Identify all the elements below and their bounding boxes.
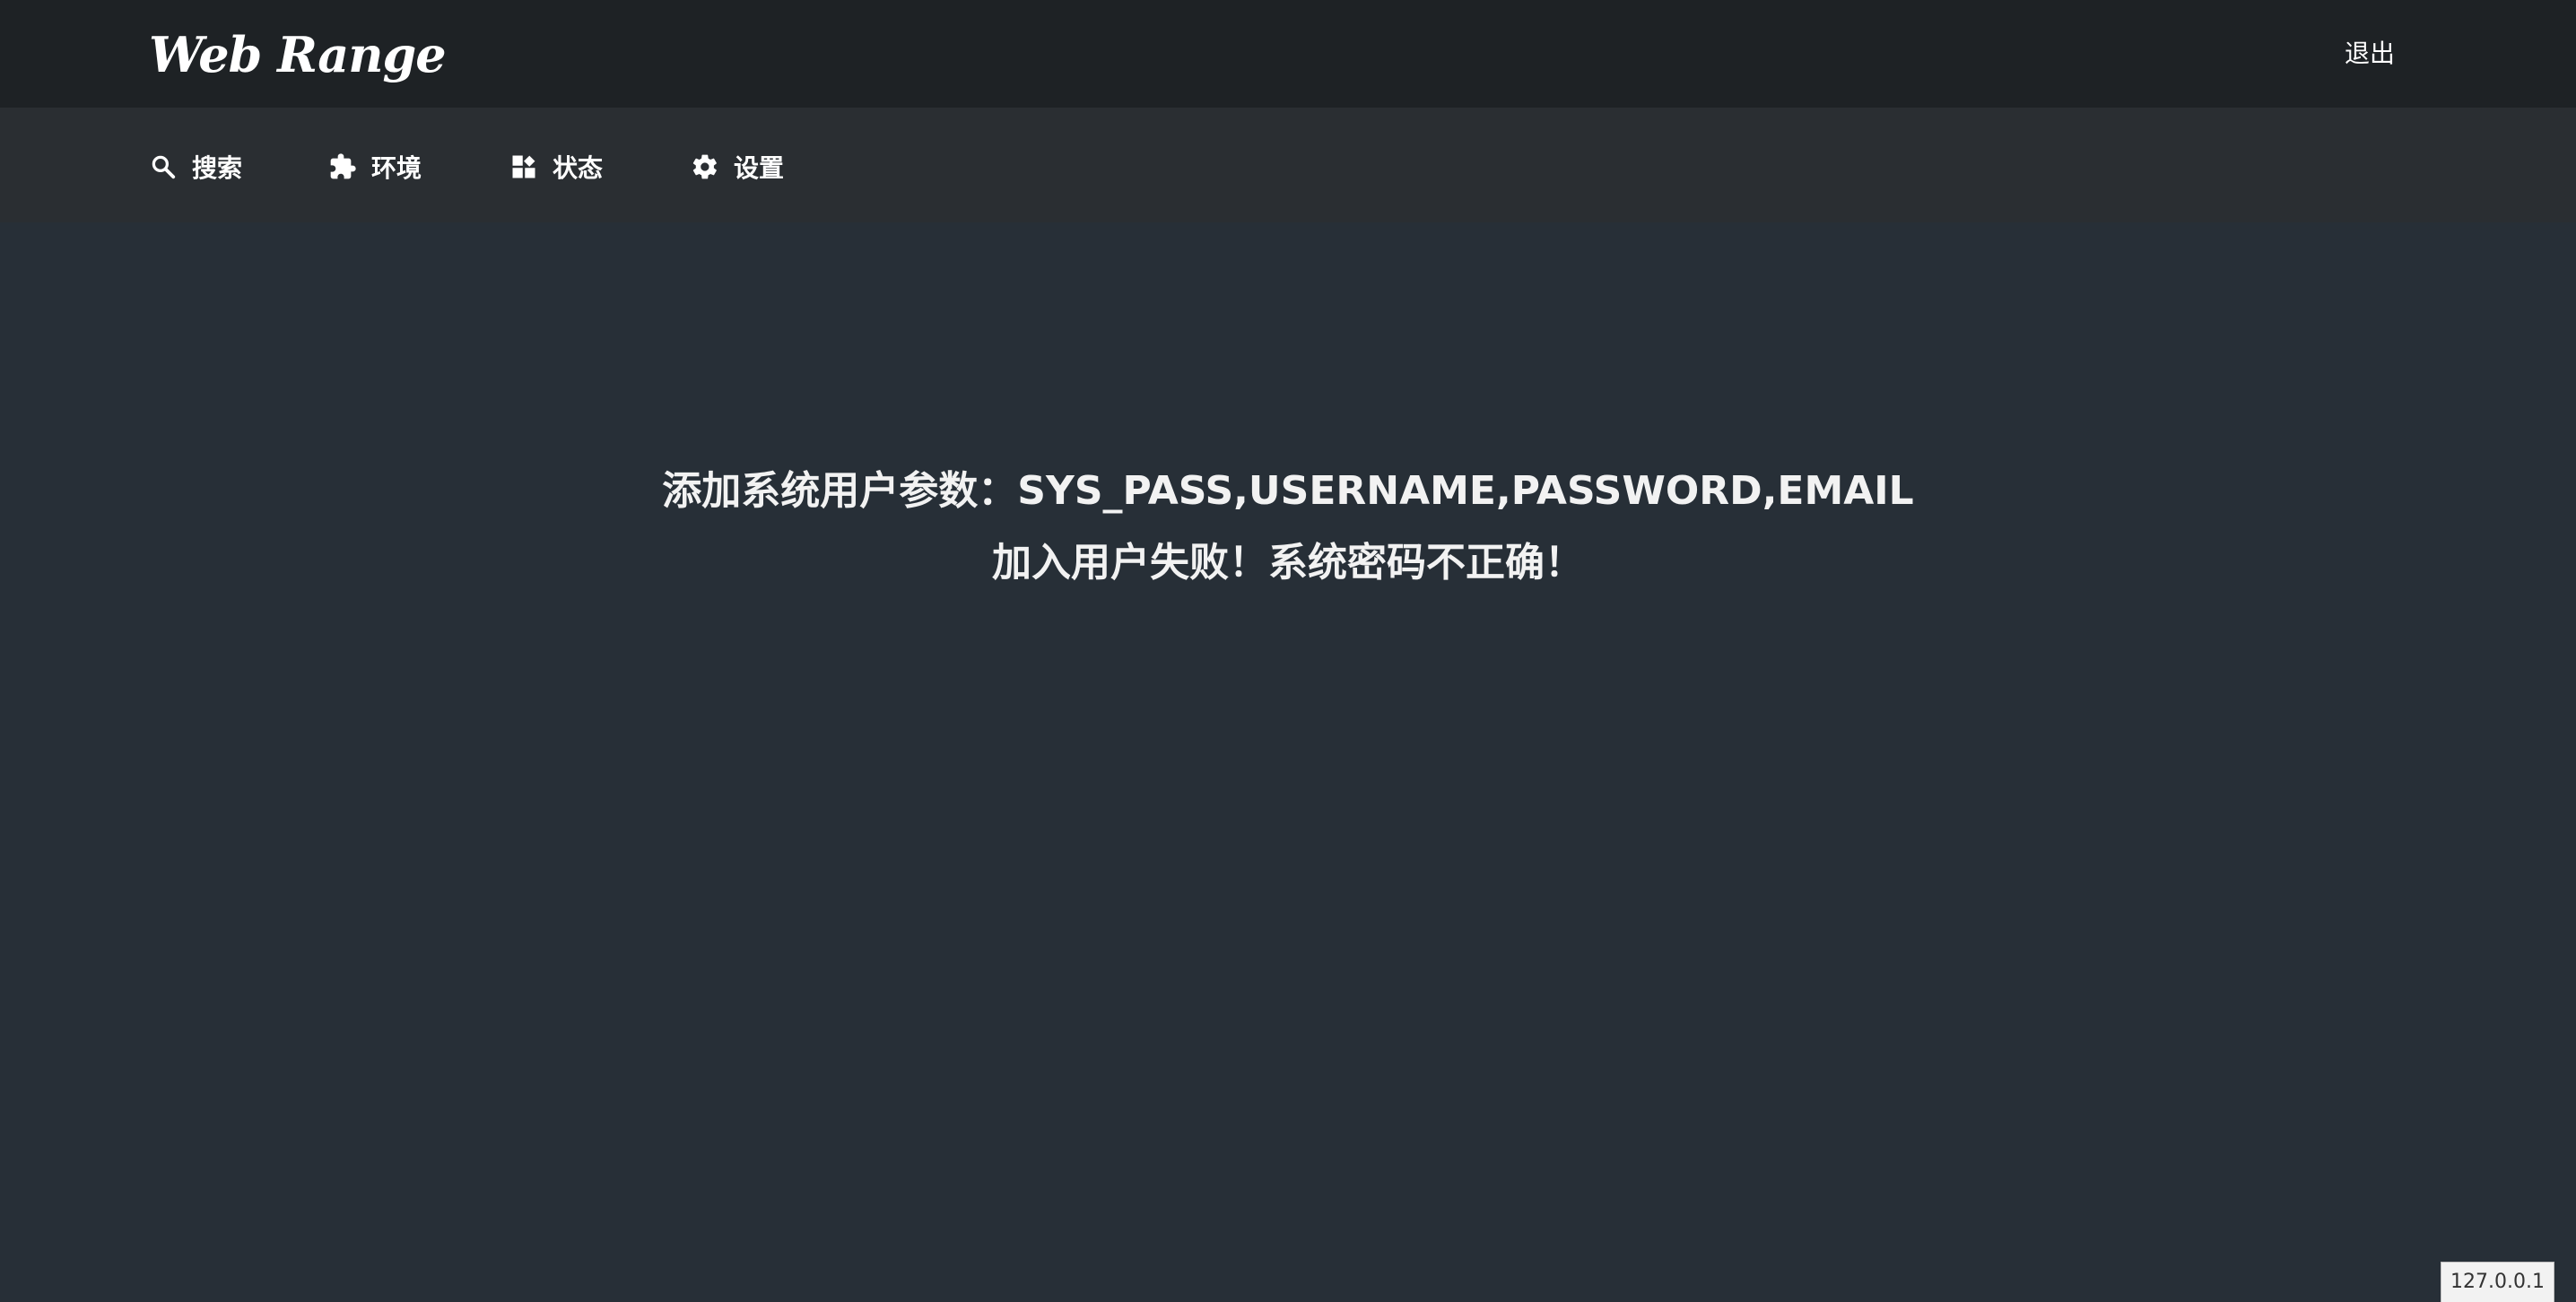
nav-item-status[interactable]: 状态	[509, 147, 603, 187]
gear-icon	[691, 152, 719, 181]
error-line: 加入用户失败！系统密码不正确！	[992, 540, 1584, 586]
search-icon	[149, 152, 178, 181]
nav-item-label: 环境	[371, 153, 422, 183]
nav-item-environment[interactable]: 环境	[328, 147, 422, 187]
result-message: 添加系统用户参数：SYS_PASS,USERNAME,PASSWORD,EMAI…	[0, 456, 2576, 599]
nav-item-settings[interactable]: 设置	[691, 147, 784, 187]
puzzle-icon	[328, 152, 357, 181]
brand-logo[interactable]: Web Range	[149, 23, 447, 86]
nav-item-search[interactable]: 搜索	[149, 147, 242, 187]
ip-badge: 127.0.0.1	[2441, 1262, 2554, 1302]
nav-bar: 搜索 环境 状态 设置	[0, 108, 2576, 222]
params-line: 添加系统用户参数：SYS_PASS,USERNAME,PASSWORD,EMAI…	[662, 468, 1914, 514]
nav-item-label: 状态	[553, 153, 604, 183]
top-bar: Web Range 退出	[0, 0, 2576, 108]
logout-link[interactable]: 退出	[2345, 34, 2395, 74]
dashboard-icon	[509, 152, 538, 181]
nav-item-label: 搜索	[192, 153, 243, 183]
nav-item-label: 设置	[734, 153, 785, 183]
